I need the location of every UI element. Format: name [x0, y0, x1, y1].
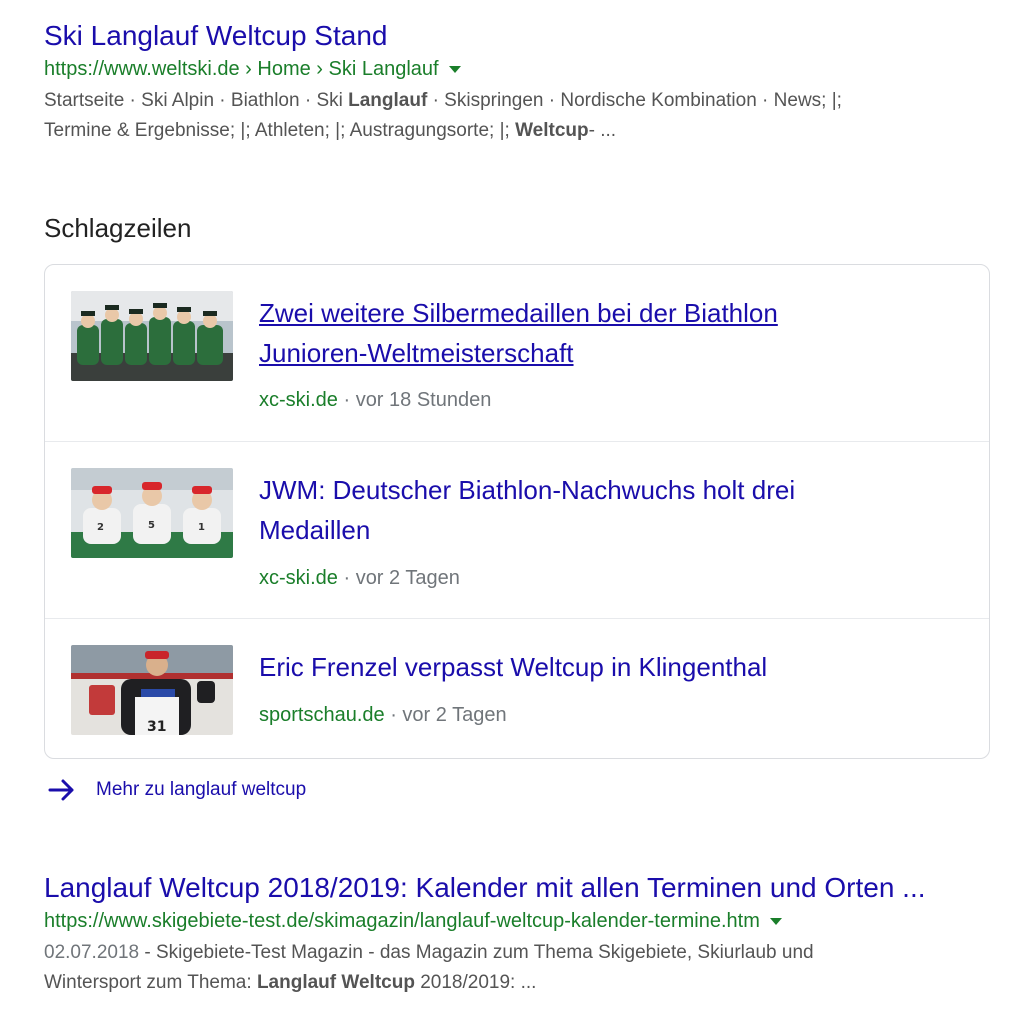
biathlon-team-photo-thumbnail[interactable] — [71, 291, 233, 381]
search-result-1: Ski Langlauf Weltcup Stand https://www.w… — [44, 18, 994, 146]
headline-line[interactable]: Zwei weitere Silbermedaillen bei der Bia… — [259, 293, 959, 333]
result-snippet: 02.07.2018 - Skigebiete-Test Magazin - d… — [44, 938, 994, 998]
result-url-text[interactable]: https://www.weltski.de › Home › Ski Lang… — [44, 58, 439, 80]
svg-text:1: 1 — [198, 522, 205, 533]
news-time: vor 2 Tagen — [355, 567, 460, 589]
url-dropdown-caret-icon[interactable] — [448, 66, 461, 74]
snippet-highlight: Langlauf — [348, 90, 428, 111]
news-meta: xc-ski.de · vor 18 Stunden — [259, 387, 491, 413]
headline-line[interactable]: JWM: Deutscher Biathlon-Nachwuchs holt d… — [259, 470, 959, 510]
result-title-link[interactable]: Langlauf Weltcup 2018/2019: Kalender mit… — [44, 870, 994, 906]
snippet-text: Termine & Ergebnisse; |; Athleten; |; Au… — [44, 120, 516, 141]
news-source: sportschau.de — [259, 704, 385, 726]
news-headline-link[interactable]: JWM: Deutscher Biathlon-Nachwuchs holt d… — [259, 470, 959, 550]
meta-separator: · — [337, 389, 356, 411]
svg-text:5: 5 — [148, 520, 155, 531]
result-url[interactable]: https://www.weltski.de › Home › Ski Lang… — [44, 56, 994, 82]
svg-text:2: 2 — [97, 522, 104, 533]
news-item[interactable]: 31 Eric Frenzel verpasst Weltcup in Klin… — [45, 618, 989, 758]
biathlon-team-photo-icon — [71, 291, 233, 381]
result-url[interactable]: https://www.skigebiete-test.de/skimagazi… — [44, 908, 994, 934]
news-meta: xc-ski.de · vor 2 Tagen — [259, 565, 460, 591]
headline-line[interactable]: Eric Frenzel verpasst Weltcup in Klingen… — [259, 647, 959, 687]
snippet-text: - ... — [588, 120, 617, 141]
snippet-highlight: Weltcup — [515, 120, 589, 141]
news-item[interactable]: 2 5 1 JWM: Deutscher Biathlon-Nachwuchs ho… — [45, 441, 989, 619]
result-date: 02.07.2018 — [44, 942, 140, 963]
svg-text:31: 31 — [147, 719, 166, 735]
news-meta: sportschau.de · vor 2 Tagen — [259, 702, 507, 728]
search-result-2: Langlauf Weltcup 2018/2019: Kalender mit… — [44, 870, 994, 998]
snippet-text: Startseite · Ski Alpin · Biathlon · Ski — [44, 90, 349, 111]
snippet-text: Wintersport zum Thema: — [44, 972, 257, 993]
result-snippet: Startseite · Ski Alpin · Biathlon · Ski … — [44, 86, 994, 146]
news-headline-link[interactable]: Zwei weitere Silbermedaillen bei der Bia… — [259, 293, 959, 373]
snippet-text: 2018/2019: ... — [414, 972, 537, 993]
news-source: xc-ski.de — [259, 389, 338, 411]
arrow-right-icon — [48, 779, 74, 801]
headlines-card: Zwei weitere Silbermedaillen bei der Bia… — [44, 264, 990, 759]
url-dropdown-caret-icon[interactable] — [769, 918, 782, 926]
headline-line[interactable]: Medaillen — [259, 510, 959, 550]
more-news-label[interactable]: Mehr zu langlauf weltcup — [96, 775, 306, 805]
result-title-link[interactable]: Ski Langlauf Weltcup Stand — [44, 18, 994, 54]
meta-separator: · — [384, 704, 403, 726]
athlete-bib-31-photo-icon: 31 — [71, 645, 233, 735]
news-time: vor 18 Stunden — [355, 389, 492, 411]
news-source: xc-ski.de — [259, 567, 338, 589]
news-item[interactable]: Zwei weitere Silbermedaillen bei der Bia… — [45, 265, 989, 441]
snippet-highlight: Langlauf Weltcup — [256, 972, 415, 993]
headlines-section-title: Schlagzeilen — [44, 213, 192, 243]
more-news-link[interactable]: Mehr zu langlauf weltcup — [48, 775, 306, 805]
news-time: vor 2 Tagen — [402, 704, 507, 726]
snippet-text: · Skispringen · Nordische Kombination · … — [427, 90, 842, 111]
snippet-text: - Skigebiete-Test Magazin - das Magazin … — [139, 942, 814, 963]
podium-athletes-photo-thumbnail[interactable]: 2 5 1 — [71, 468, 233, 558]
athlete-bib-31-photo-thumbnail[interactable]: 31 — [71, 645, 233, 735]
headline-line[interactable]: Junioren-Weltmeisterschaft — [259, 333, 959, 373]
news-headline-link[interactable]: Eric Frenzel verpasst Weltcup in Klingen… — [259, 647, 959, 687]
result-url-text[interactable]: https://www.skigebiete-test.de/skimagazi… — [44, 910, 760, 932]
meta-separator: · — [337, 567, 356, 589]
podium-athletes-photo-icon: 2 5 1 — [71, 468, 233, 558]
